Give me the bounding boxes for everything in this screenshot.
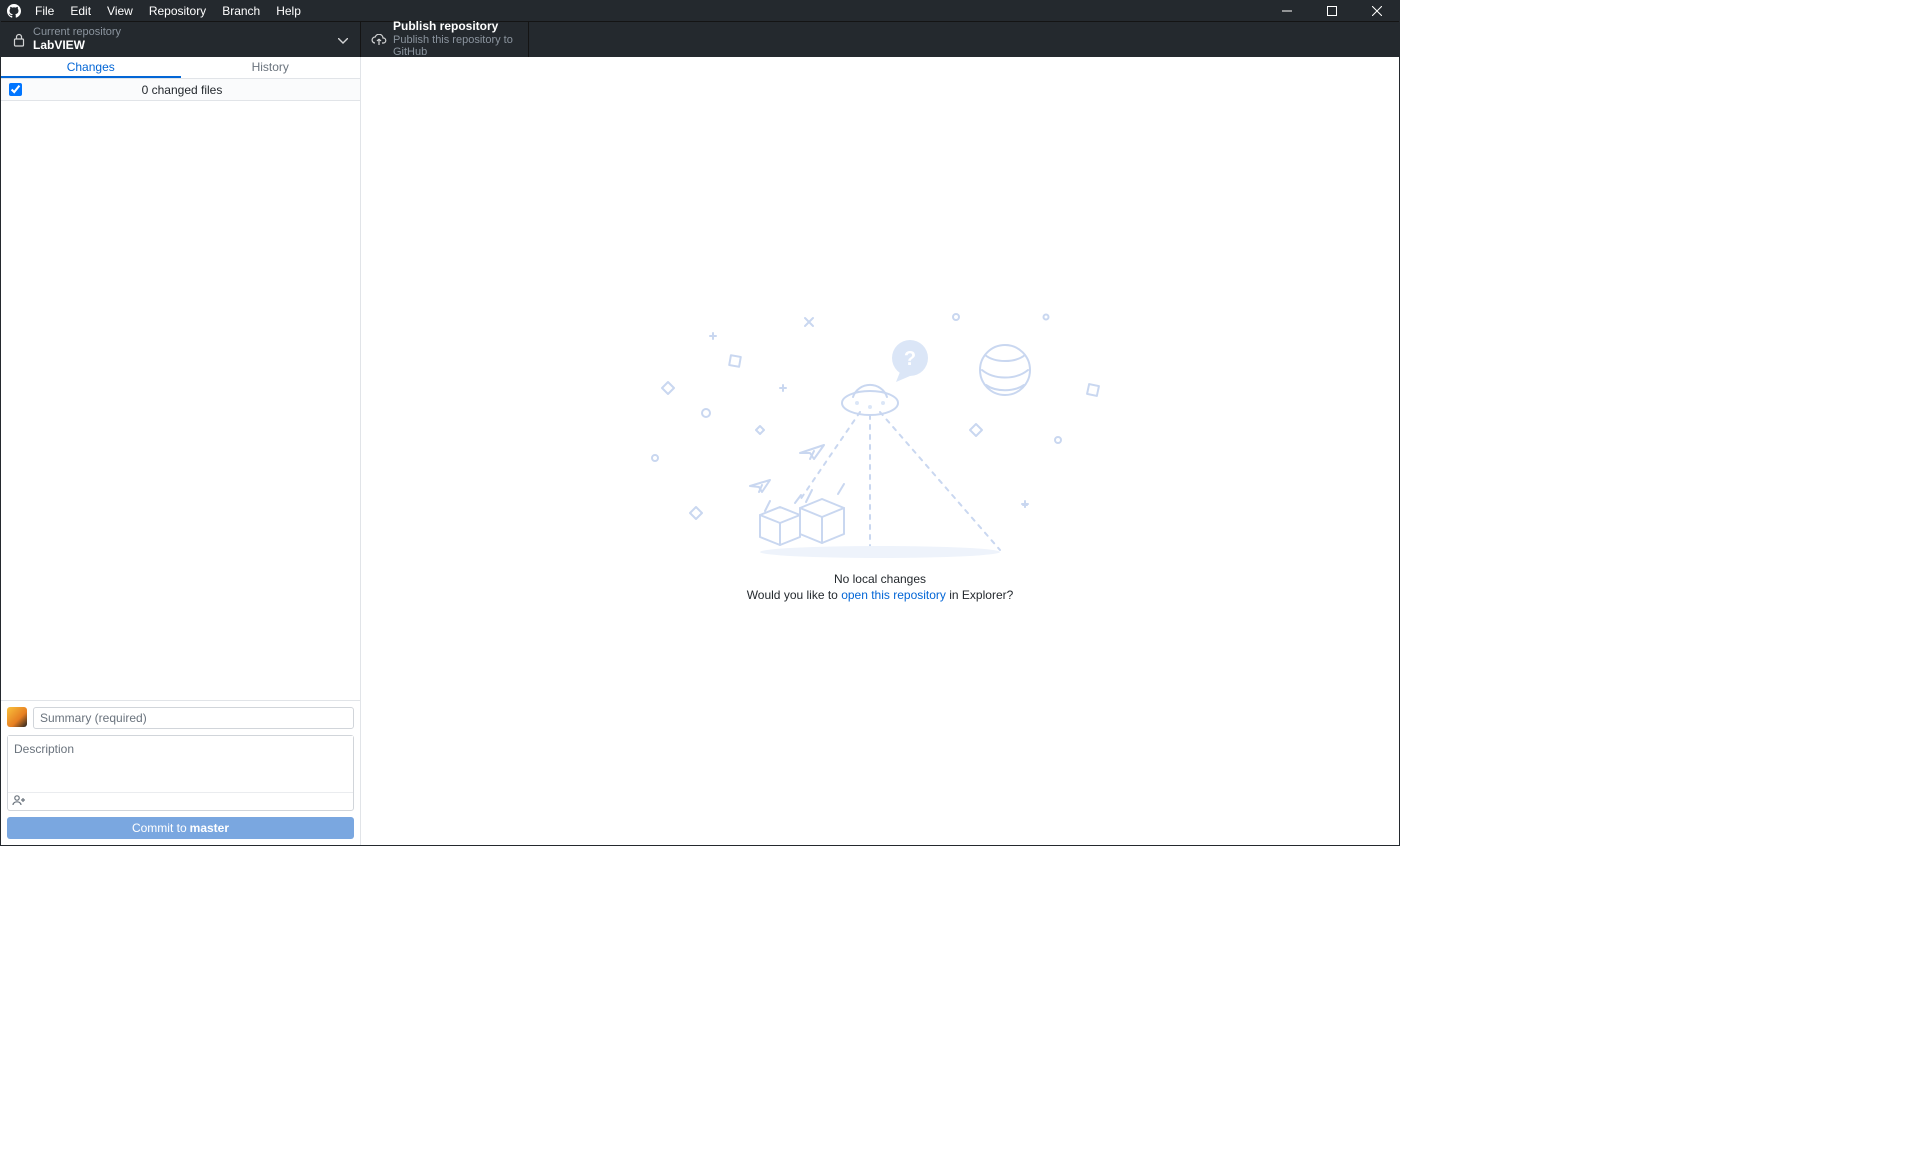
close-icon (1372, 6, 1382, 16)
maximize-icon (1327, 6, 1337, 16)
minimize-icon (1282, 6, 1292, 16)
changed-files-count: 0 changed files (4, 83, 360, 97)
toolbar: Current repository LabVIEW Publish repos… (1, 21, 1399, 57)
current-repository-name: LabVIEW (33, 39, 121, 53)
cloud-upload-icon (371, 34, 387, 46)
publish-repository-button[interactable]: Publish repository Publish this reposito… (361, 22, 529, 57)
empty-state-subtitle: Would you like to open this repository i… (747, 588, 1014, 602)
add-coauthor-icon[interactable] (12, 794, 26, 809)
empty-state-sub-suffix: in Explorer? (946, 588, 1013, 602)
menu-repository[interactable]: Repository (141, 1, 214, 21)
commit-form: Commit to master (1, 700, 360, 845)
tab-changes[interactable]: Changes (1, 57, 181, 78)
menu-branch[interactable]: Branch (214, 1, 268, 21)
empty-state-illustration: .l{fill:none;stroke:#c9d7f0;stroke-width… (650, 300, 1110, 560)
tab-history[interactable]: History (181, 57, 361, 78)
menu-edit[interactable]: Edit (62, 1, 99, 21)
window-close-button[interactable] (1354, 1, 1399, 21)
avatar (7, 707, 27, 727)
window-minimize-button[interactable] (1264, 1, 1309, 21)
commit-button-prefix: Commit to (132, 821, 187, 835)
menu-help[interactable]: Help (268, 1, 309, 21)
sidebar-tabs: Changes History (1, 57, 360, 79)
github-logo-icon (1, 4, 27, 18)
menu-file[interactable]: File (27, 1, 62, 21)
changes-header: 0 changed files (1, 79, 360, 101)
commit-description-input[interactable] (8, 736, 353, 792)
svg-text:?: ? (904, 348, 916, 370)
menu-view[interactable]: View (99, 1, 141, 21)
commit-button-branch: master (190, 821, 229, 835)
publish-repository-title: Publish repository (393, 20, 518, 34)
chevron-down-icon (338, 33, 348, 47)
commit-button[interactable]: Commit to master (7, 817, 354, 839)
body: Changes History 0 changed files (1, 57, 1399, 845)
empty-state-title: No local changes (834, 572, 926, 586)
window-maximize-button[interactable] (1309, 1, 1354, 21)
empty-state-sub-prefix: Would you like to (747, 588, 842, 602)
commit-summary-input[interactable] (33, 707, 354, 729)
publish-repository-subtitle: Publish this repository to GitHub (393, 34, 518, 59)
lock-icon (11, 33, 27, 47)
current-repository-dropdown[interactable]: Current repository LabVIEW (1, 22, 361, 57)
changes-list (1, 101, 360, 700)
app-window: File Edit View Repository Branch Help Cu… (0, 0, 1400, 846)
main-pane: .l{fill:none;stroke:#c9d7f0;stroke-width… (361, 57, 1399, 845)
sidebar: Changes History 0 changed files (1, 57, 361, 845)
open-repository-link[interactable]: open this repository (841, 588, 946, 602)
menu-bar: File Edit View Repository Branch Help (1, 1, 1399, 21)
